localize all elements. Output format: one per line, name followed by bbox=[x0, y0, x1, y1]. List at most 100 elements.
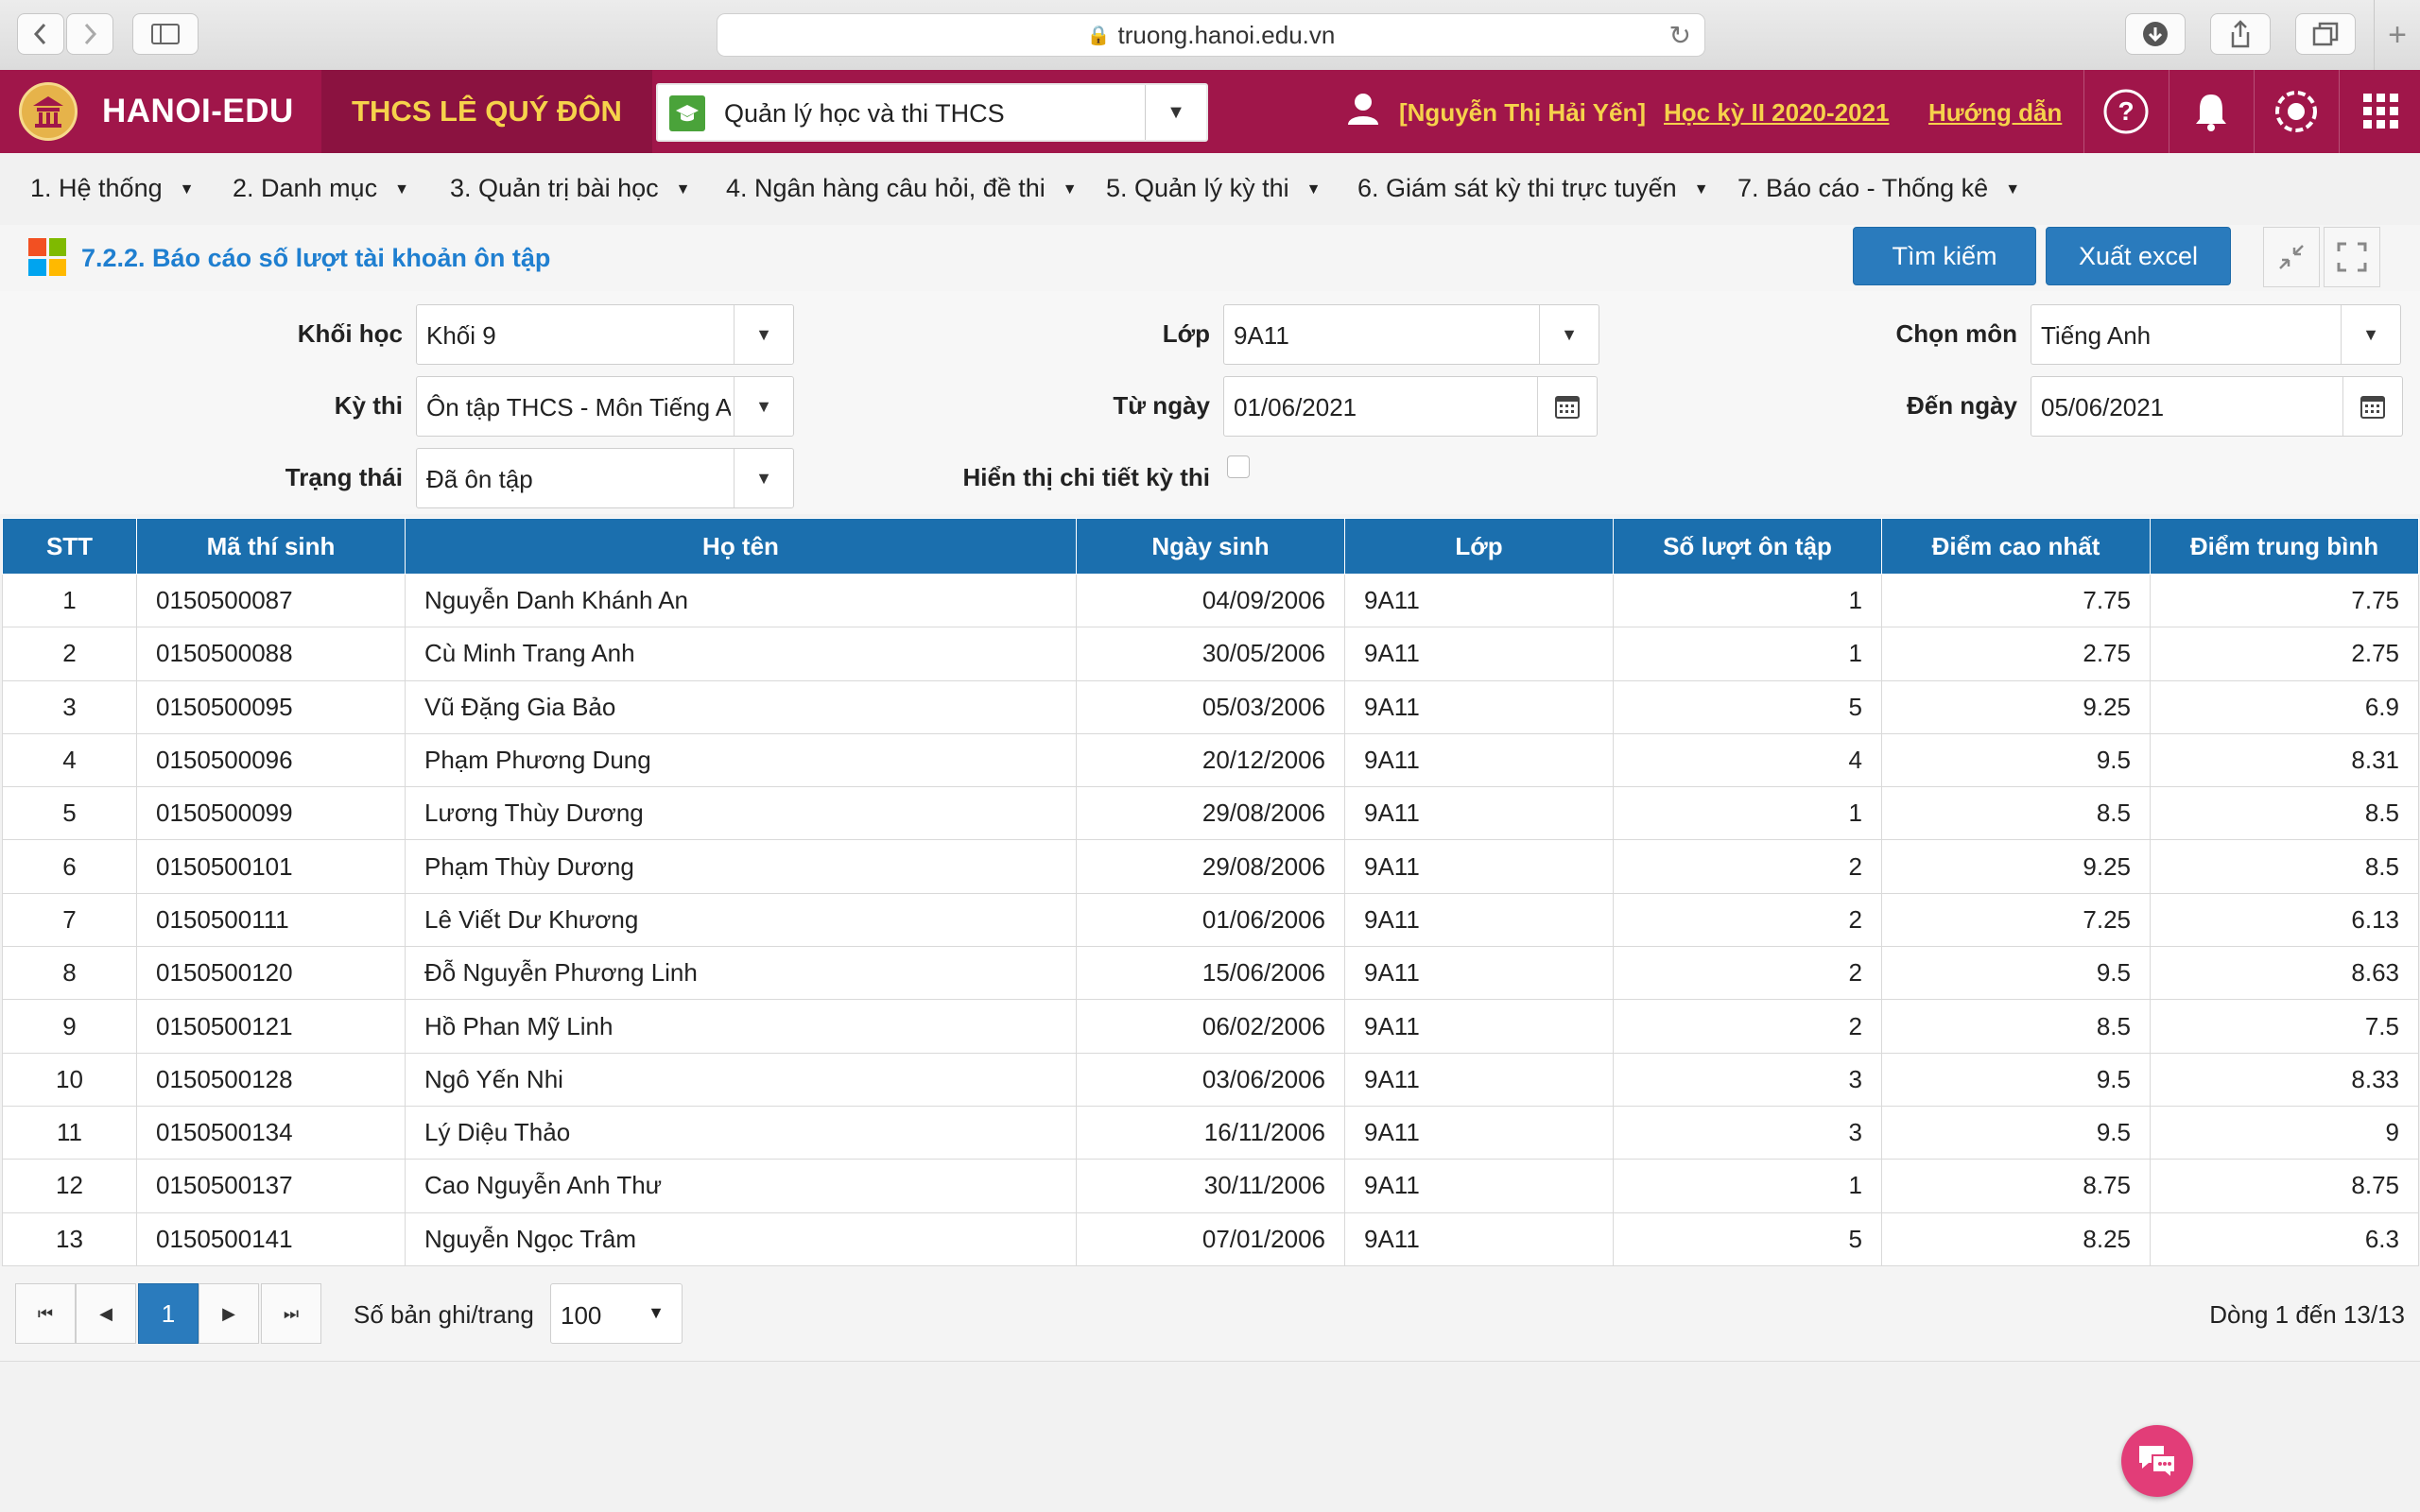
table-cell: 01/06/2006 bbox=[1076, 892, 1345, 948]
grade-select[interactable]: Khối 9 ▼ bbox=[416, 304, 794, 365]
per-page-value: 100 bbox=[561, 1301, 602, 1330]
table-cell: 12 bbox=[2, 1159, 137, 1213]
next-page-button[interactable]: ▶ bbox=[199, 1283, 259, 1344]
column-header[interactable]: Lớp bbox=[1344, 518, 1614, 575]
downloads-button[interactable] bbox=[2125, 13, 2186, 55]
user-name[interactable]: [Nguyễn Thị Hải Yến] bbox=[1399, 98, 1646, 128]
menu-item-reports[interactable]: 7. Báo cáo - Thống kê ▼ bbox=[1737, 174, 2020, 203]
table-row[interactable]: 10 0150500128 Ngô Yến Nhi 03/06/2006 9A11 3 9.… bbox=[2, 1052, 2419, 1107]
table-row[interactable]: 1 0150500087 Nguyễn Danh Khánh An 04/09/200… bbox=[2, 573, 2419, 628]
table-cell: 1 bbox=[1613, 786, 1882, 841]
table-cell: 7.5 bbox=[2150, 999, 2419, 1054]
table-row[interactable]: 8 0150500120 Đỗ Nguyễn Phương Linh 15/06/20… bbox=[2, 946, 2419, 1001]
sidebar-toggle-button[interactable] bbox=[132, 13, 199, 55]
table-cell: 3 bbox=[2, 679, 137, 734]
caret-down-icon: ▼ bbox=[179, 180, 195, 198]
table-cell: 8.63 bbox=[2150, 946, 2419, 1001]
column-header[interactable]: Ngày sinh bbox=[1076, 518, 1345, 575]
hanoi-logo[interactable] bbox=[19, 82, 78, 141]
table-row[interactable]: 7 0150500111 Lê Viết Dư Khương 01/06/2006 9A… bbox=[2, 892, 2419, 948]
column-header[interactable]: Mã thí sinh bbox=[136, 518, 406, 575]
column-header[interactable]: STT bbox=[2, 518, 137, 575]
per-page-select[interactable]: 100 ▼ bbox=[550, 1283, 683, 1344]
menu-item-system[interactable]: 1. Hệ thống ▼ bbox=[30, 174, 194, 203]
fullscreen-button[interactable] bbox=[2324, 227, 2380, 287]
triangle-left-icon: ◀ bbox=[99, 1303, 112, 1323]
menu-item-lessons[interactable]: 3. Quản trị bài học ▼ bbox=[450, 174, 690, 203]
table-row[interactable]: 12 0150500137 Cao Nguyễn Anh Thư 30/11/2006… bbox=[2, 1159, 2419, 1213]
tabs-button[interactable] bbox=[2295, 13, 2356, 55]
notifications-button[interactable] bbox=[2169, 70, 2253, 153]
settings-button[interactable] bbox=[2254, 70, 2338, 153]
menu-item-catalog[interactable]: 2. Danh mục ▼ bbox=[233, 174, 409, 203]
table-row[interactable]: 11 0150500134 Lý Diệu Thảo 16/11/2006 9A11 3 9… bbox=[2, 1105, 2419, 1160]
column-header[interactable]: Số lượt ôn tập bbox=[1613, 518, 1882, 575]
prev-page-button[interactable]: ◀ bbox=[76, 1283, 136, 1344]
apps-button[interactable] bbox=[2339, 70, 2420, 153]
last-page-button[interactable]: ⏭ bbox=[261, 1283, 321, 1344]
table-cell: 4 bbox=[2, 732, 137, 788]
menu-item-exams[interactable]: 5. Quản lý kỳ thi ▼ bbox=[1106, 174, 1321, 203]
subject-select[interactable]: Tiếng Anh ▼ bbox=[2031, 304, 2401, 365]
table-row[interactable]: 4 0150500096 Phạm Phương Dung 20/12/2006 9A1… bbox=[2, 732, 2419, 788]
table-row[interactable]: 13 0150500141 Nguyễn Ngọc Trâm 07/01/2006 9A… bbox=[2, 1211, 2419, 1266]
table-cell: 9A11 bbox=[1344, 839, 1614, 894]
chat-button[interactable] bbox=[2121, 1425, 2193, 1497]
status-select[interactable]: Đã ôn tập ▼ bbox=[416, 448, 794, 508]
caret-down-icon: ▼ bbox=[734, 377, 793, 436]
user-icon[interactable] bbox=[1344, 91, 1382, 133]
table-cell: 03/06/2006 bbox=[1076, 1052, 1345, 1107]
help-button[interactable]: ? bbox=[2083, 70, 2168, 153]
page-title: 7.2.2. Báo cáo số lượt tài khoản ôn tập bbox=[81, 244, 551, 272]
menu-label: 1. Hệ thống bbox=[30, 174, 163, 202]
table-cell: 29/08/2006 bbox=[1076, 839, 1345, 894]
address-bar[interactable]: 🔒 truong.hanoi.edu.vn ↻ bbox=[717, 13, 1705, 57]
export-excel-button[interactable]: Xuất excel bbox=[2046, 227, 2231, 285]
new-tab-button[interactable]: + bbox=[2374, 0, 2420, 70]
forward-button[interactable] bbox=[66, 13, 113, 55]
table-row[interactable]: 9 0150500121 Hồ Phan Mỹ Linh 06/02/2006 9A11… bbox=[2, 999, 2419, 1054]
brand-name[interactable]: HANOI-EDU bbox=[102, 93, 294, 130]
first-page-button[interactable]: ⏮ bbox=[15, 1283, 76, 1344]
graduation-cap-icon bbox=[669, 95, 705, 131]
table-row[interactable]: 5 0150500099 Lương Thùy Dương 29/08/2006 9A1… bbox=[2, 786, 2419, 841]
from-date-label: Từ ngày bbox=[1113, 391, 1210, 420]
table-cell: 4 bbox=[1613, 732, 1882, 788]
current-page-button[interactable]: 1 bbox=[138, 1283, 199, 1344]
column-header[interactable]: Điểm trung bình bbox=[2150, 518, 2419, 575]
menu-item-monitoring[interactable]: 6. Giám sát kỳ thi trực tuyến ▼ bbox=[1357, 174, 1709, 203]
detail-checkbox[interactable] bbox=[1227, 455, 1250, 478]
table-cell: 9A11 bbox=[1344, 946, 1614, 1001]
school-block: THCS LÊ QUÝ ĐÔN bbox=[321, 70, 652, 153]
semester-link[interactable]: Học kỳ II 2020-2021 bbox=[1664, 98, 1890, 128]
table-cell: 7 bbox=[2, 892, 137, 948]
table-cell: 5 bbox=[1613, 1211, 1882, 1266]
back-button[interactable] bbox=[17, 13, 64, 55]
calendar-icon[interactable] bbox=[2342, 377, 2402, 436]
table-cell: 9 bbox=[2150, 1105, 2419, 1160]
calendar-icon[interactable] bbox=[1537, 377, 1597, 436]
column-header[interactable]: Họ tên bbox=[405, 518, 1077, 575]
column-header[interactable]: Điểm cao nhất bbox=[1881, 518, 2151, 575]
exam-value: Ôn tập THCS - Môn Tiếng Anh bbox=[426, 393, 731, 421]
menu-item-question-bank[interactable]: 4. Ngân hàng câu hỏi, đề thi ▼ bbox=[726, 174, 1078, 203]
module-select[interactable]: Quản lý học và thi THCS ▼ bbox=[656, 83, 1208, 142]
table-cell: 0150500128 bbox=[136, 1052, 406, 1107]
table-row[interactable]: 3 0150500095 Vũ Đặng Gia Bảo 05/03/2006 9A11… bbox=[2, 679, 2419, 734]
table-row[interactable]: 2 0150500088 Cù Minh Trang Anh 30/05/2006 9A… bbox=[2, 627, 2419, 681]
from-date-value: 01/06/2021 bbox=[1234, 393, 1357, 421]
share-button[interactable] bbox=[2210, 13, 2271, 55]
collapse-button[interactable] bbox=[2263, 227, 2320, 287]
guide-link[interactable]: Hướng dẫn bbox=[1928, 98, 2062, 128]
main-menu: 1. Hệ thống ▼ 2. Danh mục ▼ 3. Quản trị bà… bbox=[0, 153, 2420, 226]
to-date-input[interactable]: 05/06/2021 bbox=[2031, 376, 2403, 437]
exam-select[interactable]: Ôn tập THCS - Môn Tiếng Anh ▼ bbox=[416, 376, 794, 437]
caret-down-icon[interactable]: ▼ bbox=[1145, 85, 1206, 140]
reload-icon[interactable]: ↻ bbox=[1669, 20, 1691, 51]
menu-label: 2. Danh mục bbox=[233, 174, 378, 202]
search-button[interactable]: Tìm kiếm bbox=[1853, 227, 2036, 285]
class-select[interactable]: 9A11 ▼ bbox=[1223, 304, 1599, 365]
table-row[interactable]: 6 0150500101 Phạm Thùy Dương 29/08/2006 9A11… bbox=[2, 839, 2419, 894]
from-date-input[interactable]: 01/06/2021 bbox=[1223, 376, 1598, 437]
table-cell: 9.5 bbox=[1881, 1105, 2151, 1160]
